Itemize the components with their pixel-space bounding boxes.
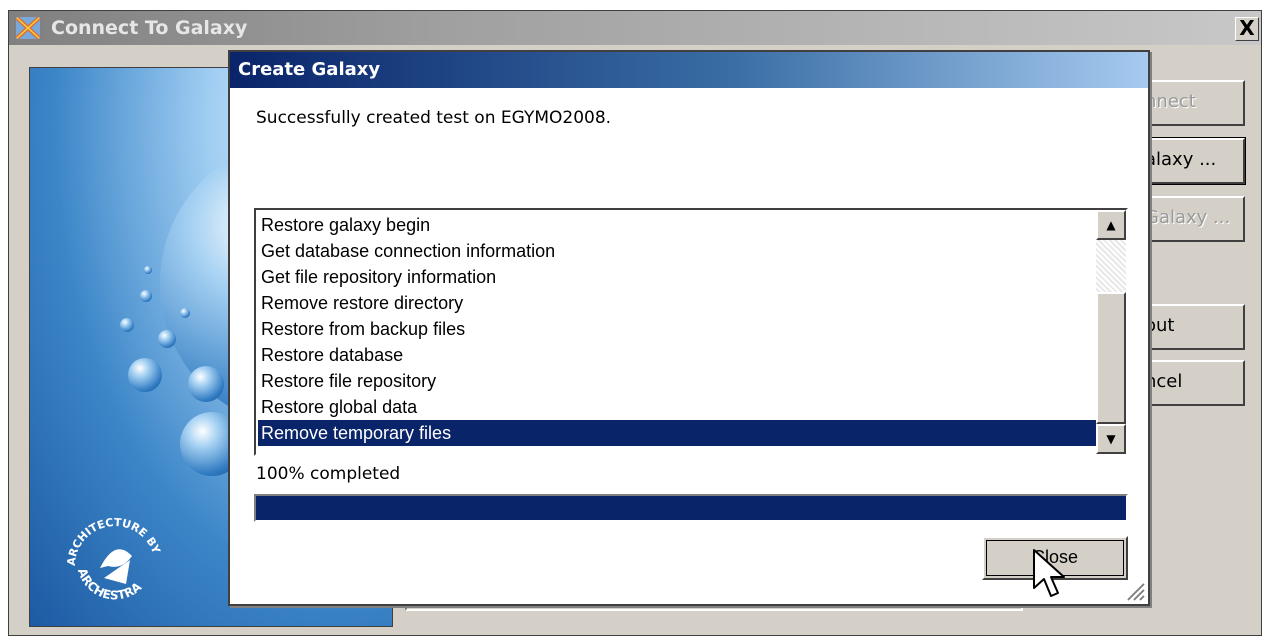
bubble [120,318,134,332]
dialog-title-bar[interactable]: Create Galaxy [230,52,1148,88]
svg-text:ARCHESTRA: ARCHESTRA [75,566,145,602]
bubble [180,308,190,318]
scroll-down-icon[interactable]: ▼ [1096,424,1126,454]
bubble [128,358,162,392]
log-item[interactable]: Remove restore directory [258,290,1096,316]
window-title-bar[interactable]: Connect To Galaxy X [9,11,1261,45]
bubble [188,366,224,402]
log-item[interactable]: Remove temporary files [258,420,1096,446]
archestra-logo-icon: ARCHITECTURE BY ARCHESTRA [65,516,163,603]
log-item[interactable]: Restore database [258,342,1096,368]
create-galaxy-dialog: Create Galaxy Successfully created test … [228,50,1150,606]
scroll-up-icon[interactable]: ▲ [1096,210,1126,240]
connect-button[interactable]: nnect [1135,80,1245,126]
mouse-cursor-icon [1033,549,1065,597]
new-galaxy-button[interactable]: alaxy ... [1134,137,1246,185]
scroll-thumb[interactable] [1096,292,1126,424]
progress-label: 100% completed [256,464,401,484]
progress-bar [254,494,1128,522]
resize-grip-icon[interactable] [1124,580,1146,602]
bubble [140,290,152,302]
progress-log-list[interactable]: Restore galaxy begin Get database connect… [254,208,1128,456]
progress-fill [256,496,1126,520]
cancel-button[interactable]: ncel [1135,360,1245,406]
log-item[interactable]: Restore global data [258,394,1096,420]
log-item[interactable]: Get database connection information [258,238,1096,264]
log-item[interactable]: Restore file repository [258,368,1096,394]
log-item[interactable]: Restore from backup files [258,316,1096,342]
window-title: Connect To Galaxy [51,17,248,39]
log-item[interactable]: Restore galaxy begin [258,212,1096,238]
logo-text-bottom: ARCHESTRA [75,566,145,602]
log-scrollbar[interactable]: ▲ ▼ [1096,210,1126,454]
log-item[interactable]: Get file repository information [258,264,1096,290]
log-items: Restore galaxy begin Get database connect… [258,212,1096,446]
close-icon[interactable]: X [1235,17,1259,41]
status-message: Successfully created test on EGYMO2008. [256,108,612,128]
galaxy-app-icon [15,16,41,40]
bubble [158,330,176,348]
about-button[interactable]: out [1135,304,1245,350]
bubble [144,266,152,274]
delete-galaxy-button[interactable]: Galaxy ... [1135,196,1245,242]
